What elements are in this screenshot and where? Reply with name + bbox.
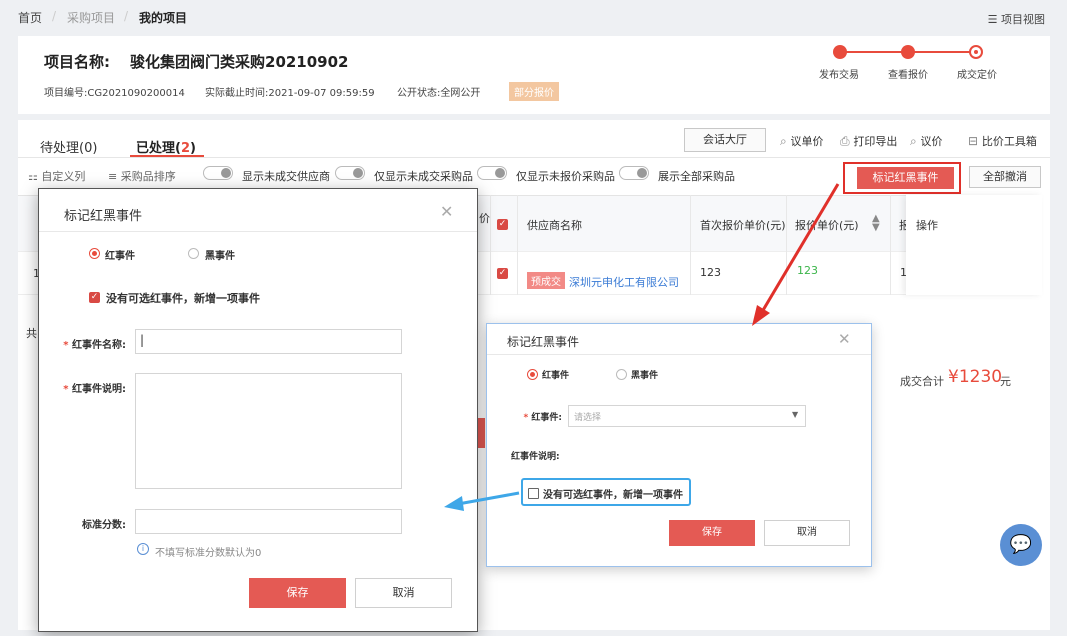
arrow-blue-annotation bbox=[444, 491, 520, 511]
annotation-arrows bbox=[444, 183, 840, 511]
arrow-red-annotation bbox=[752, 183, 840, 326]
